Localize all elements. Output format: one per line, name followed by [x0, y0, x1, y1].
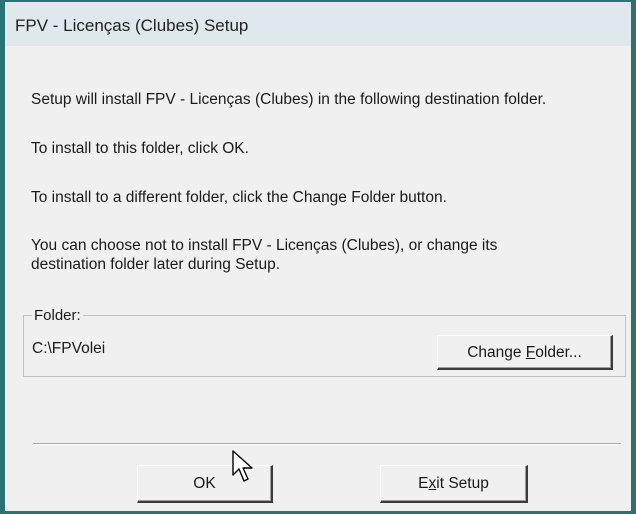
setup-dialog: FPV - Licenças (Clubes) Setup Setup will… — [0, 0, 636, 514]
exit-label-prefix: E — [418, 475, 429, 492]
dialog-body: Setup will install FPV - Licenças (Clube… — [5, 46, 631, 511]
skip-install-note-line2: destination folder later during Setup. — [31, 256, 281, 273]
ok-instruction: To install to this folder, click OK. — [31, 140, 249, 157]
folder-label: Folder: — [32, 307, 83, 324]
title-bar[interactable]: FPV - Licenças (Clubes) Setup — [5, 2, 631, 46]
change-folder-instruction: To install to a different folder, click … — [31, 189, 447, 206]
separator-line — [33, 443, 621, 445]
exit-label-suffix: it Setup — [436, 475, 489, 492]
folder-path: C:\FPVolei — [32, 340, 106, 357]
arrow-pointer-icon — [232, 450, 253, 482]
install-message: Setup will install FPV - Licenças (Clube… — [31, 91, 547, 108]
change-folder-button[interactable]: Change Folder... — [437, 335, 613, 370]
skip-install-note-line1: You can choose not to install FPV - Lice… — [31, 237, 498, 254]
change-folder-label-suffix: older... — [535, 344, 582, 361]
change-folder-mnemonic: F — [525, 344, 536, 361]
change-folder-label-prefix: Change — [467, 344, 526, 361]
exit-setup-button[interactable]: Exit Setup — [380, 465, 528, 503]
window-title: FPV - Licenças (Clubes) Setup — [15, 16, 249, 35]
